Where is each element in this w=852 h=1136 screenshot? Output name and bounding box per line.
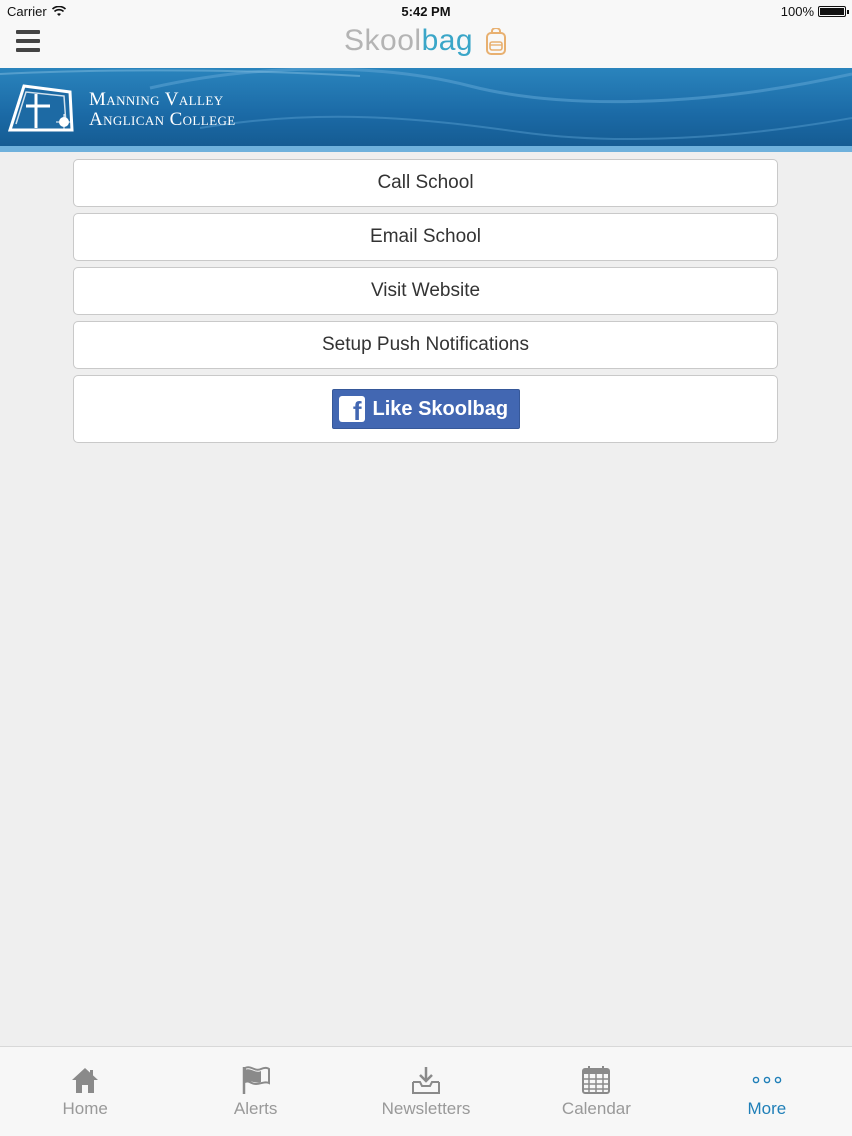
tab-bar: Home Alerts Newsletters Calendar More — [0, 1046, 852, 1136]
logo-text-bag: bag — [421, 24, 474, 57]
tab-calendar[interactable]: Calendar — [511, 1047, 681, 1136]
backpack-icon — [485, 28, 506, 56]
status-time: 5:42 PM — [401, 4, 451, 19]
school-name-line2: Anglican College — [89, 109, 236, 130]
status-right: 100% — [780, 4, 849, 19]
home-icon — [72, 1068, 99, 1093]
facebook-like-row: f Like Skoolbag — [73, 375, 778, 443]
inbox-download-icon — [412, 1067, 441, 1094]
call-school-button[interactable]: Call School — [73, 159, 778, 207]
logo-text-skool: Skool — [344, 24, 422, 57]
school-name: Manning Valley Anglican College — [89, 90, 236, 130]
app-logo: Skoolbag — [0, 24, 852, 58]
more-dots-icon — [752, 1076, 782, 1084]
banner-bottom-stripe — [0, 146, 852, 152]
tab-newsletters[interactable]: Newsletters — [341, 1047, 511, 1136]
school-banner: Manning Valley Anglican College — [0, 68, 852, 152]
facebook-icon: f — [338, 396, 365, 424]
battery-icon — [818, 6, 849, 17]
tab-more[interactable]: More — [682, 1047, 852, 1136]
tab-home[interactable]: Home — [0, 1047, 170, 1136]
nav-bar: Skoolbag — [0, 22, 852, 68]
flag-icon — [242, 1066, 270, 1094]
setup-push-notifications-button[interactable]: Setup Push Notifications — [73, 321, 778, 369]
calendar-icon — [582, 1066, 611, 1094]
tab-home-label: Home — [62, 1099, 108, 1118]
email-school-button[interactable]: Email School — [73, 213, 778, 261]
visit-website-button[interactable]: Visit Website — [73, 267, 778, 315]
tab-more-label: More — [747, 1099, 787, 1118]
more-menu: Call School Email School Visit Website S… — [73, 159, 778, 443]
tab-alerts[interactable]: Alerts — [170, 1047, 340, 1136]
tab-calendar-label: Calendar — [561, 1099, 631, 1118]
tab-alerts-label: Alerts — [233, 1099, 278, 1118]
status-bar: Carrier 5:42 PM 100% — [0, 0, 852, 22]
facebook-like-label: Like Skoolbag — [372, 397, 509, 420]
school-crest-icon — [7, 84, 74, 132]
tab-newsletters-label: Newsletters — [381, 1099, 471, 1118]
battery-fill — [820, 8, 844, 15]
battery-percent: 100% — [780, 4, 814, 19]
facebook-like-button[interactable]: f Like Skoolbag — [331, 389, 520, 429]
school-name-line1: Manning Valley — [89, 89, 224, 110]
